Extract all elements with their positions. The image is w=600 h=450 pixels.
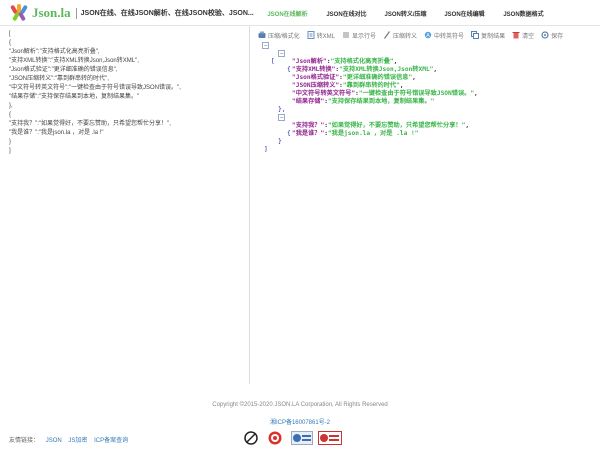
escape-icon xyxy=(383,31,391,39)
collapse-toggle[interactable]: − xyxy=(278,114,285,121)
json-value: "更详细准确的错误信息" xyxy=(342,74,413,81)
json-key: "JSON压缩转义" xyxy=(292,82,340,89)
json-value: "支持XML转换Json,Json转XML" xyxy=(339,66,434,73)
to-xml-button[interactable]: 转XML xyxy=(307,31,335,40)
json-input-editor[interactable]: [ { "Json解析":"支持格式化高亮折叠", "支持XML转换":"支持X… xyxy=(0,26,250,384)
copyright-text: Copyright ©2015-2020 JSON.LA Corporation… xyxy=(212,402,388,408)
line-number-button[interactable]: 显示行号 xyxy=(342,31,376,40)
logo-text: Json.la xyxy=(32,5,71,20)
logo-icon xyxy=(10,4,28,22)
json-key: "支持我？" xyxy=(292,122,325,129)
json-tree-view: − [ − { "Json解析":"支持格式化高亮折叠", "支持XML转换":… xyxy=(262,42,478,154)
convert-symbols-button[interactable]: A 中转英符号 xyxy=(424,31,464,40)
credit-badge-icon[interactable] xyxy=(318,431,342,445)
json-key: "Json格式验证" xyxy=(292,74,340,81)
nav-json-escape[interactable]: JSON转义/压缩 xyxy=(376,9,435,18)
json-key: "我是谁？" xyxy=(292,130,325,137)
divider xyxy=(75,7,77,19)
json-key: "支持XML转换" xyxy=(292,66,336,73)
header: Json.la JSON在线、在线JSON解析、在线JSON校验、JSON...… xyxy=(0,0,600,26)
array-close-bracket: ] xyxy=(264,146,268,153)
json-entry: "Json格式验证":"更详细准确的错误信息", xyxy=(292,74,416,81)
trust-badge-icon[interactable] xyxy=(264,431,286,445)
friend-links-label: 友情链接： xyxy=(9,438,40,444)
json-key: "Json解析" xyxy=(292,58,327,65)
json-value: "如果觉得好，不要忘赞助，只希望您帮忙分享！" xyxy=(327,122,466,129)
json-viewer-pane: 压缩/格式化 转XML 显示行号 压缩转义 A 中转英符号 复制结果 清空 保存 xyxy=(251,26,600,384)
json-entry: "Json解析":"支持格式化高亮折叠", xyxy=(292,58,398,65)
copy-result-button[interactable]: 复制结果 xyxy=(471,31,505,40)
nav-json-format[interactable]: JSON数据格式 xyxy=(494,9,553,18)
save-button[interactable]: 保存 xyxy=(541,31,563,40)
network-police-badge-icon[interactable] xyxy=(291,431,313,445)
logo[interactable]: Json.la JSON在线、在线JSON解析、在线JSON校验、JSON... xyxy=(10,4,254,22)
tree-line: } xyxy=(262,138,478,146)
clear-button[interactable]: 清空 xyxy=(512,31,534,40)
link-js-encrypt[interactable]: JS加密 xyxy=(68,438,87,444)
object-close-brace: } xyxy=(278,138,282,145)
site-slogan: JSON在线、在线JSON解析、在线JSON校验、JSON... xyxy=(80,10,254,17)
convert-icon: A xyxy=(424,31,432,39)
nav-json-edit[interactable]: JSON在线编辑 xyxy=(435,9,494,18)
tool-label: 显示行号 xyxy=(352,33,377,40)
json-entry: "结果存储":"支持保存结果到本地，复制结果集。" xyxy=(292,98,435,105)
escape-button[interactable]: 压缩转义 xyxy=(383,31,417,40)
save-icon xyxy=(541,31,549,39)
compress-icon xyxy=(258,31,266,39)
svg-text:A: A xyxy=(426,33,430,39)
trash-icon xyxy=(512,31,520,39)
tree-line: }, xyxy=(262,106,478,114)
link-icp-query[interactable]: ICP备案查询 xyxy=(94,438,128,444)
json-entry: "中文符号转英文符号":"一键检查由于符号错误导致JSON错误。", xyxy=(292,90,478,97)
tool-label: 压缩转义 xyxy=(393,33,418,40)
json-entry: "我是谁？":"我是json.la ，对是 .la !" xyxy=(292,130,419,137)
xml-icon xyxy=(307,31,315,39)
compress-format-button[interactable]: 压缩/格式化 xyxy=(258,31,300,40)
json-key: "中文符号转英文符号" xyxy=(292,90,356,97)
tree-line: − { xyxy=(262,114,478,137)
main-nav: JSON在线解析 JSON在线对比 JSON转义/压缩 JSON在线编辑 JSO… xyxy=(258,0,553,26)
friend-links: 友情链接： JSON JS加密 ICP备案查询 xyxy=(9,435,128,444)
json-value: "支持格式化高亮折叠" xyxy=(330,58,394,65)
json-value: "一键检查由于符号错误导致JSON错误。" xyxy=(358,90,475,97)
nav-json-parse[interactable]: JSON在线解析 xyxy=(258,9,317,18)
tree-line: ] xyxy=(262,146,478,154)
json-value: "支持保存结果到本地，复制结果集。" xyxy=(327,98,435,105)
json-entry: "支持XML转换":"支持XML转换Json,Json转XML", xyxy=(292,66,438,73)
tool-label: 压缩/格式化 xyxy=(268,33,300,40)
toolbar: 压缩/格式化 转XML 显示行号 压缩转义 A 中转英符号 复制结果 清空 保存 xyxy=(258,29,570,41)
tree-line: − [ xyxy=(262,42,478,65)
json-entry: "支持我？":"如果觉得好，不要忘赞助，只希望您帮忙分享！", xyxy=(292,122,470,129)
tree-line: − { xyxy=(262,50,478,73)
json-key: "结果存储" xyxy=(292,98,325,105)
json-entry: "JSON压缩转义":"靠到群串转的时代", xyxy=(292,82,404,89)
link-json[interactable]: JSON xyxy=(46,438,62,444)
object-close-brace: }, xyxy=(278,106,286,113)
nav-json-compare[interactable]: JSON在线对比 xyxy=(317,9,376,18)
tool-label: 清空 xyxy=(522,33,535,40)
line-number-icon xyxy=(342,31,350,39)
ccc-badge-icon[interactable] xyxy=(243,431,259,445)
json-value: "靠到群串转的时代" xyxy=(342,82,400,89)
tool-label: 保存 xyxy=(551,33,564,40)
collapse-toggle[interactable]: − xyxy=(262,42,269,49)
icp-link[interactable]: 湘ICP备16007861号-2 xyxy=(0,417,600,426)
tool-label: 复制结果 xyxy=(481,33,506,40)
json-value: "我是json.la ，对是 .la !" xyxy=(327,130,419,137)
tool-label: 转XML xyxy=(316,33,336,40)
tool-label: 中转英符号 xyxy=(434,33,465,40)
trust-badges xyxy=(243,431,347,445)
collapse-toggle[interactable]: − xyxy=(278,50,285,57)
copy-icon xyxy=(471,31,480,39)
